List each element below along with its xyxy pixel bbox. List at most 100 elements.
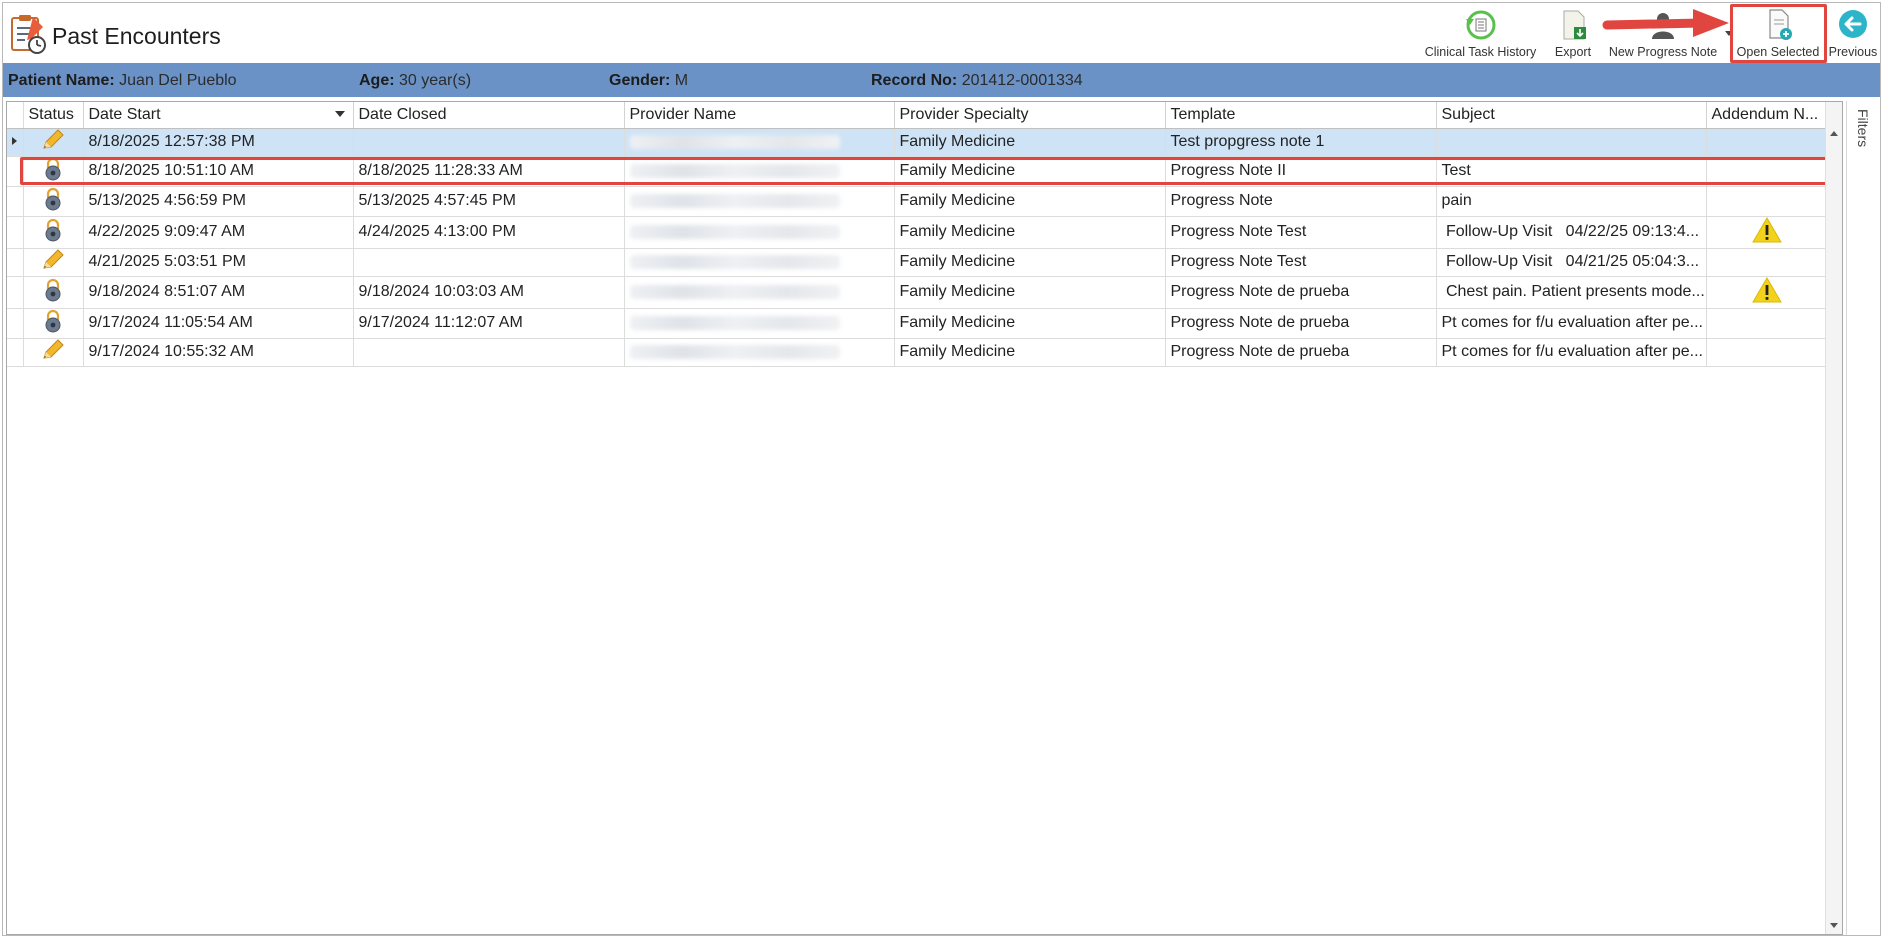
date-closed-cell[interactable]: 5/13/2025 4:57:45 PM [353,186,625,217]
date-closed-cell[interactable]: 9/18/2024 10:03:03 AM [353,276,625,309]
age-field: Age: 30 year(s) [359,72,471,90]
gender-label: Gender: [609,72,671,89]
template-cell[interactable]: Progress Note de prueba [1165,338,1437,367]
table-row[interactable]: 4/21/2025 5:03:51 PM Family Medicine Progr… [7,248,1828,277]
template-cell[interactable]: Progress Note de prueba [1165,308,1437,339]
status-cell[interactable] [23,128,84,157]
provider-specialty-cell[interactable]: Family Medicine [894,248,1166,277]
date-start-cell[interactable]: 8/18/2025 10:51:10 AM [83,156,354,187]
column-header-date-closed[interactable]: Date Closed [353,102,625,129]
clinical-task-history-button[interactable]: Clinical Task History [1413,3,1548,61]
status-cell[interactable] [23,186,84,217]
template-cell[interactable]: Progress Note de prueba [1165,276,1437,309]
table-row[interactable]: 4/22/2025 9:09:47 AM 4/24/2025 4:13:00 PM… [7,216,1828,249]
column-header-provider-specialty[interactable]: Provider Specialty [894,102,1166,129]
template-cell[interactable]: Test propgress note 1 [1165,128,1437,157]
column-header-subject[interactable]: Subject [1436,102,1707,129]
addendum-cell[interactable] [1706,128,1828,157]
vertical-scrollbar[interactable] [1825,102,1842,934]
provider-name-cell[interactable] [624,216,895,249]
redacted-provider-name [629,315,840,330]
status-cell[interactable] [23,276,84,309]
template-cell[interactable]: Progress Note [1165,186,1437,217]
subject-cell[interactable]: Pt comes for f/u evaluation after pe... [1436,338,1707,367]
lock-icon [45,218,61,241]
subject-cell[interactable]: Follow-Up Visit 04/22/25 09:13:4... [1436,216,1707,249]
subject-cell[interactable]: Chest pain. Patient presents mode... [1436,276,1707,309]
redacted-provider-name [629,193,840,208]
date-start-cell[interactable]: 8/18/2025 12:57:38 PM [83,128,354,157]
provider-specialty-cell[interactable]: Family Medicine [894,308,1166,339]
addendum-cell[interactable] [1706,216,1828,249]
template-cell[interactable]: Progress Note Test [1165,216,1437,249]
subject-cell[interactable] [1436,128,1707,157]
scroll-up-icon[interactable] [1830,131,1838,136]
column-header-date-start[interactable]: Date Start [83,102,354,129]
column-header-provider-name[interactable]: Provider Name [624,102,895,129]
date-closed-cell[interactable] [353,248,625,277]
date-closed-cell[interactable] [353,128,625,157]
row-indicator-cell [7,128,24,157]
status-cell[interactable] [23,308,84,339]
status-cell[interactable] [23,156,84,187]
previous-button[interactable]: Previous [1827,3,1879,61]
provider-specialty-cell[interactable]: Family Medicine [894,216,1166,249]
table-row[interactable]: 8/18/2025 12:57:38 PM Family Medicine Test… [7,128,1828,157]
date-start-cell[interactable]: 9/17/2024 11:05:54 AM [83,308,354,339]
row-indicator-cell [7,216,24,249]
provider-name-cell[interactable] [624,186,895,217]
date-closed-cell[interactable]: 8/18/2025 11:28:33 AM [353,156,625,187]
current-row-indicator-icon [11,137,17,145]
table-row[interactable]: 5/13/2025 4:56:59 PM 5/13/2025 4:57:45 PM… [7,186,1828,217]
status-cell[interactable] [23,338,84,367]
date-closed-cell[interactable]: 9/17/2024 11:12:07 AM [353,308,625,339]
template-cell[interactable]: Progress Note Test [1165,248,1437,277]
provider-specialty-cell[interactable]: Family Medicine [894,338,1166,367]
column-header-template[interactable]: Template [1165,102,1437,129]
annotation-arrow-icon [1602,9,1729,37]
date-start-cell[interactable]: 9/18/2024 8:51:07 AM [83,276,354,309]
open-document-icon [1769,9,1792,40]
page-title: Past Encounters [52,23,221,49]
addendum-cell[interactable] [1706,338,1828,367]
column-header-addendum[interactable]: Addendum N... [1706,102,1828,129]
column-header-status[interactable]: Status [23,102,84,129]
date-start-cell[interactable]: 4/22/2025 9:09:47 AM [83,216,354,249]
provider-specialty-cell[interactable]: Family Medicine [894,186,1166,217]
status-cell[interactable] [23,216,84,249]
table-row[interactable]: 9/17/2024 10:55:32 AM Family Medicine Prog… [7,338,1828,367]
status-cell[interactable] [23,248,84,277]
provider-specialty-cell[interactable]: Family Medicine [894,276,1166,309]
addendum-cell[interactable] [1706,186,1828,217]
table-row[interactable]: 9/18/2024 8:51:07 AM 9/18/2024 10:03:03 A… [7,276,1828,309]
provider-name-cell[interactable] [624,156,895,187]
scroll-down-icon[interactable] [1830,923,1838,928]
addendum-cell[interactable] [1706,276,1828,309]
addendum-cell[interactable] [1706,308,1828,339]
template-cell[interactable]: Progress Note II [1165,156,1437,187]
date-start-cell[interactable]: 5/13/2025 4:56:59 PM [83,186,354,217]
provider-name-cell[interactable] [624,276,895,309]
provider-name-cell[interactable] [624,338,895,367]
provider-specialty-cell[interactable]: Family Medicine [894,128,1166,157]
date-start-cell[interactable]: 9/17/2024 10:55:32 AM [83,338,354,367]
subject-cell[interactable]: Follow-Up Visit 04/21/25 05:04:3... [1436,248,1707,277]
table-row[interactable]: 9/17/2024 11:05:54 AM 9/17/2024 11:12:07 … [7,308,1828,339]
date-start-cell[interactable]: 4/21/2025 5:03:51 PM [83,248,354,277]
filters-tab[interactable]: Filters [1851,107,1877,167]
patient-name-value: Juan Del Pueblo [119,72,237,89]
table-row[interactable]: 8/18/2025 10:51:10 AM 8/18/2025 11:28:33 … [7,156,1828,187]
date-closed-cell[interactable]: 4/24/2025 4:13:00 PM [353,216,625,249]
export-button[interactable]: Export [1543,3,1603,61]
addendum-cell[interactable] [1706,248,1828,277]
open-selected-button[interactable]: Open Selected [1729,3,1827,61]
date-closed-cell[interactable] [353,338,625,367]
provider-name-cell[interactable] [624,308,895,339]
addendum-cell[interactable] [1706,156,1828,187]
subject-cell[interactable]: pain [1436,186,1707,217]
subject-cell[interactable]: Pt comes for f/u evaluation after pe... [1436,308,1707,339]
provider-name-cell[interactable] [624,248,895,277]
provider-name-cell[interactable] [624,128,895,157]
provider-specialty-cell[interactable]: Family Medicine [894,156,1166,187]
subject-cell[interactable]: Test [1436,156,1707,187]
